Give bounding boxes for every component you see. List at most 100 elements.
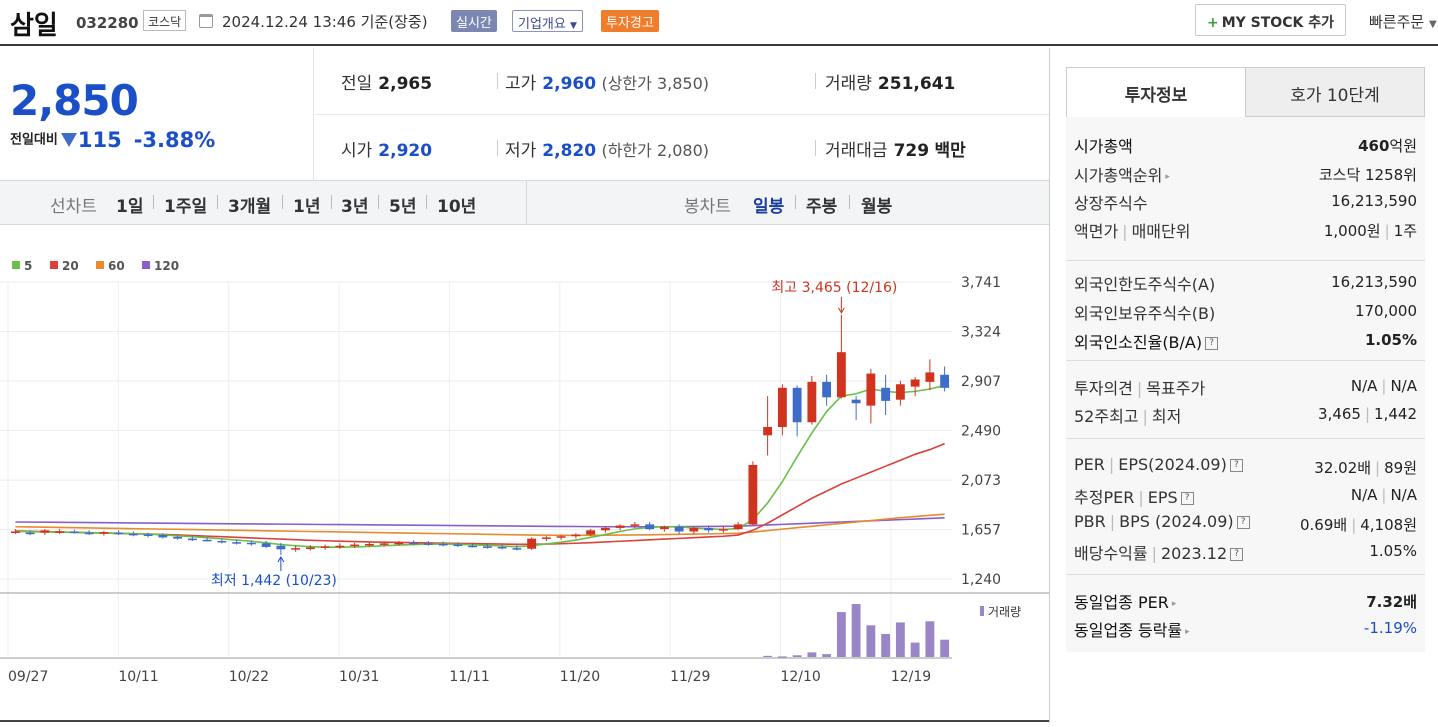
candle-body xyxy=(512,548,522,550)
group-valuation: PER | EPS(2024.09)? 32.02배 | 89원 추정PER | EPS? N/… xyxy=(1066,438,1425,574)
volume-bar xyxy=(895,622,905,657)
candle-body xyxy=(925,372,935,382)
company-overview-button[interactable]: 기업개요 ▼ xyxy=(512,10,583,32)
x-tick-label: 11/29 xyxy=(670,669,710,685)
candle-body xyxy=(10,531,20,533)
row-face-value: 액면가 | 매매단위 1,000원 | 1주 xyxy=(1074,222,1417,241)
low-price: 저가 2,820 (하한가 2,080) xyxy=(505,141,710,161)
legend-swatch xyxy=(50,261,58,269)
candle-body xyxy=(733,524,743,530)
caret-right-icon: ▸ xyxy=(1185,626,1190,637)
price-stats: 전일 2,965 고가 2,960 (상한가 3,850) 거래량 251,641 시… xyxy=(315,48,1049,180)
help-icon[interactable]: ? xyxy=(1229,459,1243,472)
candle-body xyxy=(777,387,787,427)
market-badge: 코스닥 xyxy=(143,10,187,31)
chevron-down-icon: ▼ xyxy=(569,21,577,31)
tab-3y[interactable]: 3년 xyxy=(341,192,368,217)
stock-code: 032280 xyxy=(76,14,139,32)
investment-warning-badge[interactable]: 투자경고 xyxy=(601,10,659,32)
row-dividend: 배당수익률 | 2023.12? 1.05% xyxy=(1074,542,1417,563)
tab-1w[interactable]: 1주일 xyxy=(164,192,207,217)
candle-body xyxy=(379,543,389,545)
help-icon[interactable]: ? xyxy=(1180,492,1194,505)
row-52w: 52주최고 | 최저 3,465 | 1,442 xyxy=(1074,405,1417,426)
volume-bar xyxy=(866,625,876,657)
candle-body xyxy=(940,374,950,388)
candle-body xyxy=(335,545,345,548)
change-amount: 115 xyxy=(77,128,122,152)
tab-10y[interactable]: 10년 xyxy=(437,192,476,217)
tab-daily[interactable]: 일봉 xyxy=(753,192,784,217)
moving-average-ma60 xyxy=(15,513,945,537)
max-price-label: 최고 3,465 (12/16) xyxy=(771,280,897,296)
help-icon[interactable]: ? xyxy=(1205,337,1219,350)
row-industry-change[interactable]: 동일업종 등락률 ▸ -1.19% xyxy=(1074,617,1417,645)
volume-bar xyxy=(763,655,773,657)
x-tick-label: 12/10 xyxy=(780,669,820,685)
row-shares: 상장주식수 16,213,590 xyxy=(1074,192,1417,213)
caret-right-icon: ▸ xyxy=(1171,598,1177,609)
candle-body xyxy=(630,524,640,526)
candle-body xyxy=(40,530,50,533)
tab-5y[interactable]: 5년 xyxy=(389,192,416,217)
tab-1y[interactable]: 1년 xyxy=(293,192,320,217)
candle-body xyxy=(674,526,684,532)
tab-monthly[interactable]: 월봉 xyxy=(861,192,892,217)
legend-swatch xyxy=(12,261,20,269)
current-price-box: 2,850 전일대비 115 -3.88% xyxy=(0,48,314,180)
down-triangle-icon xyxy=(60,133,77,147)
min-price-label: 최저 1,442 (10/23) xyxy=(211,573,337,589)
add-mystock-button[interactable]: + MY STOCK 추가 xyxy=(1195,4,1346,36)
tab-weekly[interactable]: 주봉 xyxy=(806,192,837,217)
candle-body xyxy=(718,529,728,531)
row-pbr: PBR | BPS (2024.09)? 0.69배 | 4,108원 xyxy=(1074,512,1417,534)
candle-body xyxy=(807,381,817,423)
candle-body xyxy=(84,532,94,535)
legend-label: 60 xyxy=(108,259,125,273)
candle-body xyxy=(25,532,35,535)
candlestick-chart-svg[interactable]: 5 20 60 120 3,741 3,324 2,907 2,490 2,073 1,657 1,… xyxy=(0,226,1049,723)
group-opinion: 투자의견 | 목표주가 N/A | N/A 52주최고 | 최저 3,465 | 1,442 xyxy=(1066,360,1425,438)
legend-label: 20 xyxy=(62,259,79,273)
stats-row-1: 전일 2,965 고가 2,960 (상한가 3,850) 거래량 251,641 xyxy=(315,48,1049,114)
help-icon[interactable]: ? xyxy=(1230,548,1244,561)
candle-body xyxy=(586,530,596,535)
row-cap-rank[interactable]: 시가총액순위 ▸ 코스닥 1258위 xyxy=(1074,162,1417,190)
tab-investment-info[interactable]: 투자정보 xyxy=(1066,67,1246,117)
y-tick-label: 2,907 xyxy=(961,374,1001,390)
row-industry-per[interactable]: 동일업종 PER ▸ 7.32배 xyxy=(1074,589,1417,617)
tab-1d[interactable]: 1일 xyxy=(116,192,143,217)
x-tick-label: 10/22 xyxy=(229,669,269,685)
realtime-button[interactable]: 실시간 xyxy=(451,10,497,32)
volume-bar xyxy=(881,633,891,657)
candle-body xyxy=(556,536,566,538)
calendar-icon xyxy=(199,14,213,28)
prev-close: 전일 2,965 xyxy=(341,74,433,94)
quick-order-button[interactable]: 빠른주문 ▼ xyxy=(1369,11,1437,32)
volume-bar xyxy=(792,655,802,657)
volume-bar xyxy=(925,621,935,657)
investment-panel: 투자정보 호가 10단계 시가총액 460억원 시가총액순위 ▸ 코스닥 1258위 … xyxy=(1049,48,1438,723)
candle-body xyxy=(748,464,758,525)
candle-body xyxy=(69,531,79,533)
candle-body xyxy=(866,373,876,406)
tab-3m[interactable]: 3개월 xyxy=(228,192,271,217)
y-tick-label: 3,741 xyxy=(961,275,1001,291)
tab-orderbook[interactable]: 호가 10단계 xyxy=(1245,67,1425,117)
change-percent: -3.88% xyxy=(133,128,216,152)
candle-body xyxy=(482,546,492,548)
candle-body xyxy=(423,543,433,545)
candle-body xyxy=(291,548,301,550)
candle-body xyxy=(763,426,773,436)
candle-body xyxy=(881,387,891,401)
candle-body xyxy=(143,534,153,536)
help-icon[interactable]: ? xyxy=(1236,516,1250,529)
price-chart[interactable]: 5 20 60 120 3,741 3,324 2,907 2,490 2,073 1,657 1,… xyxy=(0,226,1049,723)
chart-period-tabs: 선차트 1일 1주일 3개월 1년 3년 5년 10년 봉차트 일봉 주봉 월봉 xyxy=(0,180,1049,225)
volume-bar xyxy=(822,654,832,657)
volume-bar xyxy=(836,612,846,657)
row-per: PER | EPS(2024.09)? 32.02배 | 89원 xyxy=(1074,455,1417,477)
price-change: 전일대비 115 -3.88% xyxy=(10,128,215,152)
candle-body xyxy=(173,536,183,539)
candle-body xyxy=(320,546,330,548)
